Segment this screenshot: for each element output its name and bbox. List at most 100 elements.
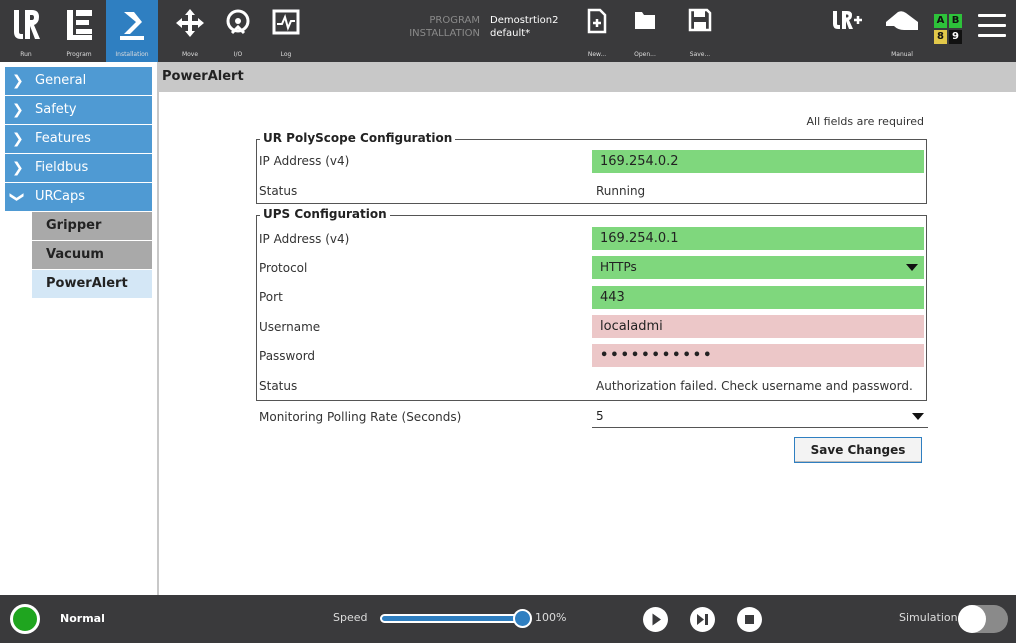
top-toolbar: Run Program Installation Move I/O Log PR… (0, 0, 1016, 62)
play-button[interactable] (643, 607, 668, 632)
sidebar-item-label: General (35, 73, 87, 88)
simulation-toggle-knob (958, 605, 986, 633)
polyscope-ip-field[interactable]: 169.254.0.2 (592, 150, 924, 173)
sidebar-item-safety[interactable]: ❯ Safety (5, 96, 152, 124)
program-tab[interactable]: Program (53, 0, 105, 62)
stop-button[interactable] (737, 607, 762, 632)
step-button[interactable] (690, 607, 715, 632)
password-field[interactable]: ••••••••••• (592, 344, 924, 367)
menu-icon[interactable] (978, 14, 1006, 44)
installation-icon (120, 12, 144, 40)
simulation-toggle[interactable] (958, 605, 1008, 633)
sidebar-subitem-gripper[interactable]: Gripper (32, 212, 152, 240)
polling-rate-value: 5 (596, 409, 604, 423)
log-icon (272, 9, 300, 35)
stop-icon (745, 615, 754, 624)
polling-rate-select[interactable]: 5 (592, 405, 928, 428)
chevron-right-icon: ❯ (12, 131, 24, 147)
username-field[interactable]: localadmi (592, 315, 924, 338)
speed-value: 100% (535, 611, 567, 624)
play-icon (652, 613, 661, 626)
save-file-button-label: Save... (689, 51, 711, 58)
ups-status-value: Authorization failed. Check username and… (596, 379, 913, 393)
io-icon (226, 9, 250, 35)
sidebar-item-features[interactable]: ❯ Features (5, 125, 152, 153)
save-file-button[interactable]: Save... (678, 0, 722, 62)
polyscope-status-value: Running (596, 184, 646, 198)
polyscope-ip-label: IP Address (v4) (259, 154, 350, 168)
installation-tab-label: Installation (115, 51, 149, 58)
new-file-icon (587, 8, 607, 34)
sidebar-item-fieldbus[interactable]: ❯ Fieldbus (5, 154, 152, 182)
page-title: PowerAlert (159, 62, 1016, 92)
ab-cell-b: B (949, 14, 962, 28)
new-button-label: New... (587, 51, 607, 58)
save-icon (688, 8, 712, 32)
manual-mode-button[interactable]: Manual (876, 0, 928, 62)
run-tab[interactable]: Run (0, 0, 52, 62)
io-button-label: I/O (233, 51, 243, 58)
io-status-grid[interactable]: A B 8 9 (934, 14, 964, 46)
folder-icon (635, 12, 655, 29)
program-icon (67, 10, 92, 40)
sidebar-item-label: Features (35, 131, 91, 146)
polyscope-config-title: UR PolyScope Configuration (260, 131, 456, 145)
sidebar-subitem-poweralert[interactable]: PowerAlert (32, 270, 152, 298)
save-changes-button[interactable]: Save Changes (794, 437, 922, 463)
footer-bar: Normal Speed 100% Simulation (0, 595, 1016, 643)
sidebar-item-label: Safety (35, 102, 77, 117)
speed-slider-handle[interactable] (513, 609, 532, 628)
installation-tab[interactable]: Installation (106, 0, 158, 62)
sidebar-item-urcaps[interactable]: ❯ URCaps (5, 183, 152, 211)
program-key: PROGRAM (429, 15, 480, 26)
ab-cell-9: 9 (949, 30, 962, 44)
sidebar-item-label: URCaps (35, 189, 85, 204)
io-button[interactable]: I/O (212, 0, 264, 62)
urcaps-button[interactable] (826, 0, 872, 62)
robot-status-icon[interactable] (10, 604, 40, 634)
chevron-right-icon: ❯ (12, 73, 24, 89)
speed-slider[interactable] (380, 614, 523, 623)
sidebar-subitem-vacuum[interactable]: Vacuum (32, 241, 152, 269)
installation-name: default* (490, 28, 531, 39)
log-button[interactable]: Log (260, 0, 312, 62)
move-icon (176, 9, 204, 37)
ur-logo-icon (14, 10, 40, 39)
ab-cell-a: A (934, 14, 947, 28)
open-button-label: Open... (634, 51, 656, 58)
ups-status-label: Status (259, 379, 298, 393)
sidebar: ❯ General ❯ Safety ❯ Features ❯ Fieldbus… (0, 62, 159, 595)
chevron-down-icon (912, 413, 924, 420)
chevron-down-icon (906, 264, 918, 271)
mode-label: Manual (891, 51, 913, 58)
robot-status-text: Normal (60, 612, 105, 625)
open-button[interactable]: Open... (623, 0, 667, 62)
speed-label: Speed (333, 611, 368, 624)
move-button-label: Move (181, 51, 199, 58)
program-tab-label: Program (66, 51, 92, 58)
program-name: Demostrtion2 (490, 15, 559, 26)
protocol-select[interactable]: HTTPs (592, 256, 924, 279)
username-label: Username (259, 320, 321, 334)
sidebar-item-general[interactable]: ❯ General (5, 67, 152, 95)
ups-ip-field[interactable]: 169.254.0.1 (592, 227, 924, 250)
polyscope-status-label: Status (259, 184, 298, 198)
installation-key: INSTALLATION (409, 28, 480, 39)
protocol-value: HTTPs (600, 260, 637, 274)
simulation-label: Simulation (899, 611, 958, 624)
hand-icon (886, 11, 918, 30)
port-field[interactable]: 443 (592, 286, 924, 309)
move-button[interactable]: Move (164, 0, 216, 62)
polling-rate-label: Monitoring Polling Rate (Seconds) (259, 410, 462, 424)
required-note: All fields are required (806, 115, 924, 128)
sidebar-item-label: Fieldbus (35, 160, 89, 175)
ab-cell-8: 8 (934, 30, 947, 44)
step-icon (697, 614, 708, 625)
main-panel: PowerAlert All fields are required UR Po… (159, 62, 1016, 595)
chevron-right-icon: ❯ (12, 160, 24, 176)
ur-plus-icon (833, 11, 862, 29)
ups-config-title: UPS Configuration (260, 207, 390, 221)
new-button[interactable]: New... (575, 0, 619, 62)
log-button-label: Log (280, 51, 292, 58)
chevron-right-icon: ❯ (12, 102, 24, 118)
